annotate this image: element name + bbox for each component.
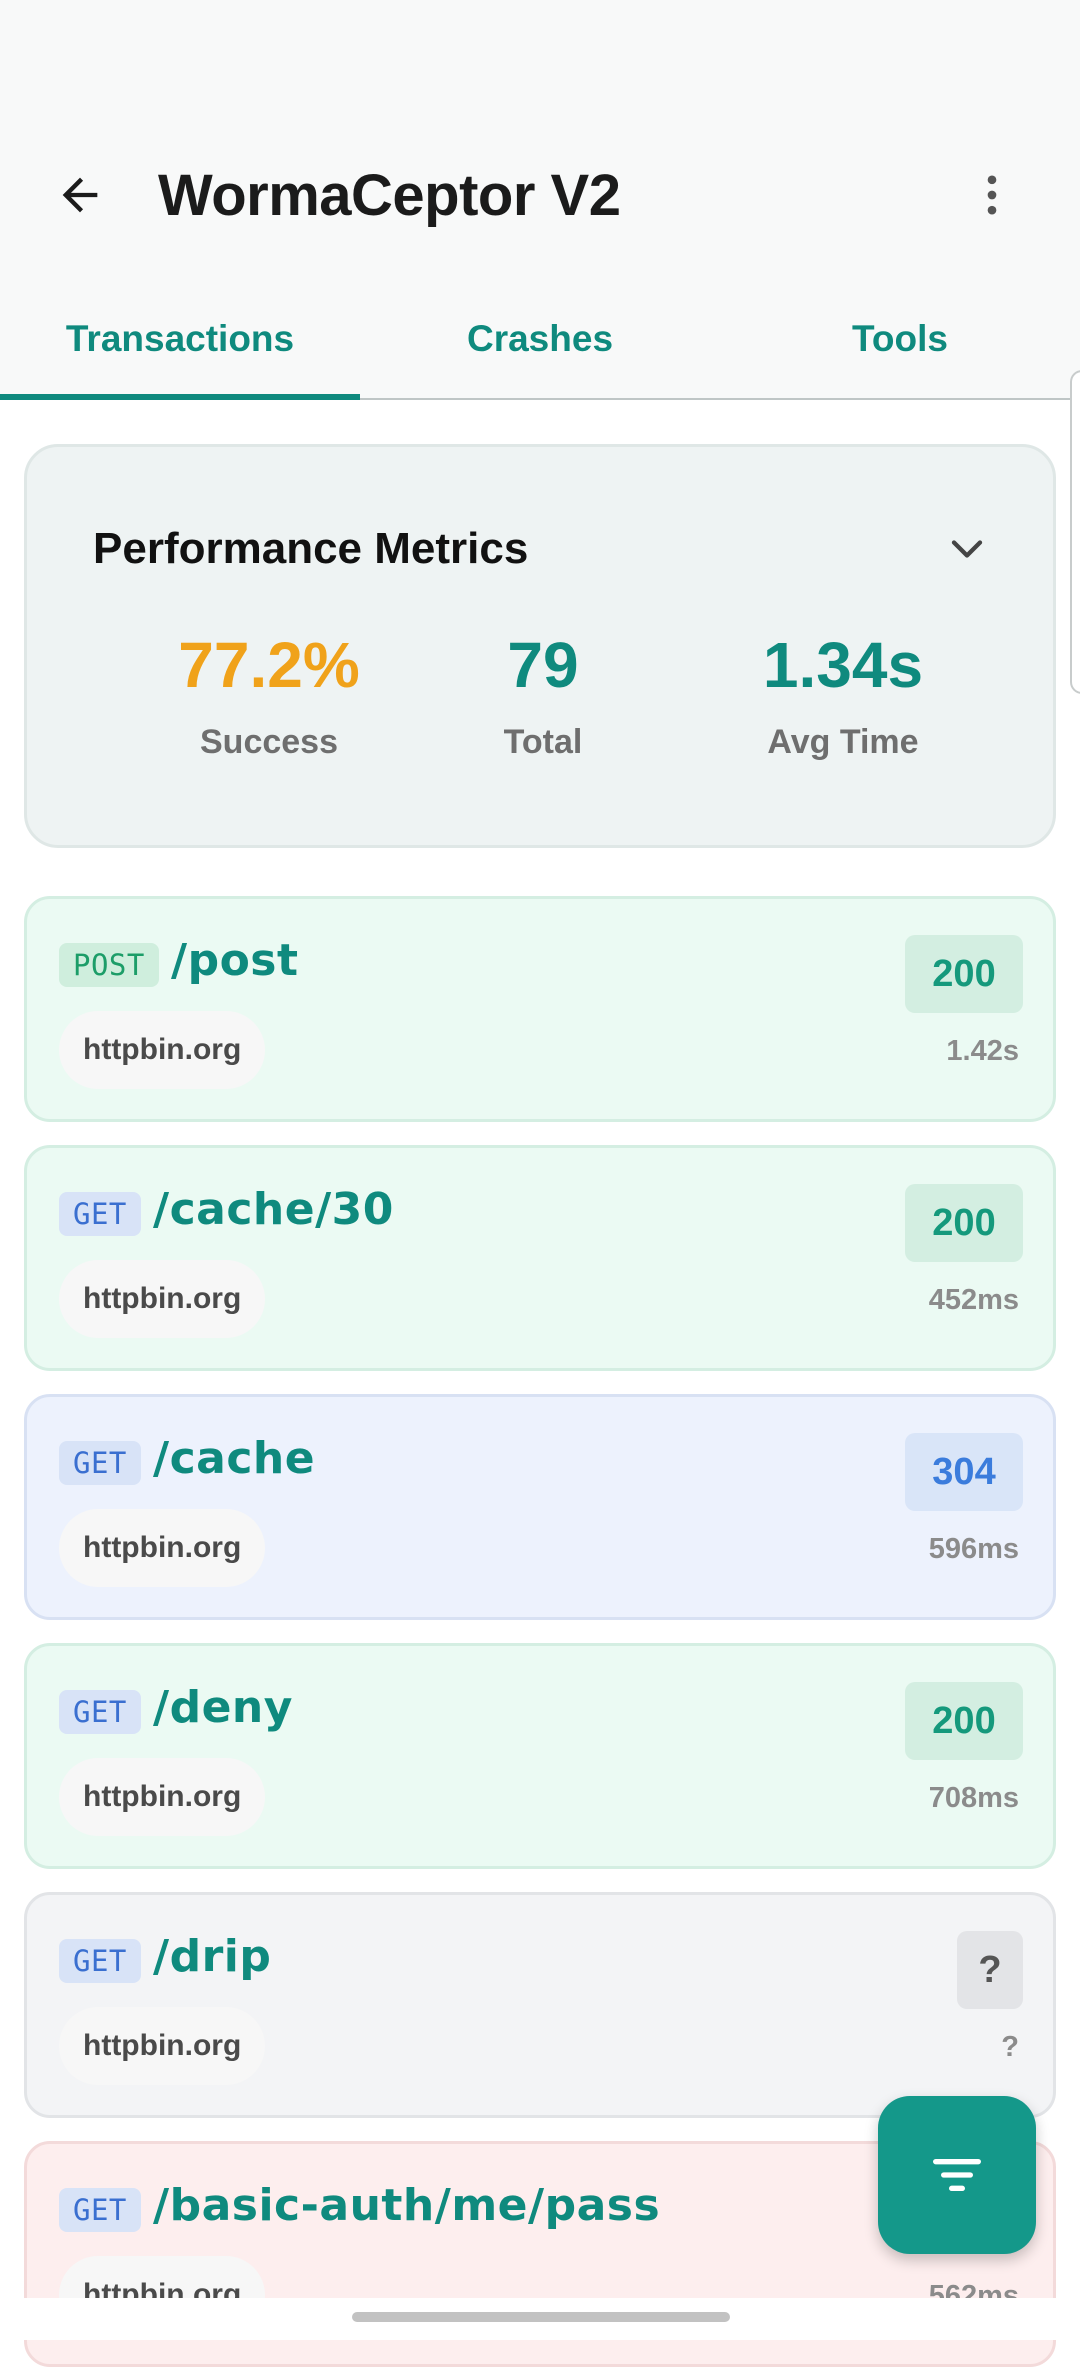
request-path: /deny	[153, 1682, 293, 1733]
transaction-row[interactable]: GET /deny httpbin.org 200 708ms	[24, 1643, 1056, 1869]
duration: 708ms	[928, 1782, 1019, 1814]
tab-crashes[interactable]: Crashes	[360, 280, 720, 398]
duration: 596ms	[928, 1533, 1019, 1565]
host-chip: httpbin.org	[59, 1011, 266, 1089]
page-title: WormaCeptor V2	[158, 162, 621, 228]
tab-tools[interactable]: Tools	[720, 280, 1080, 398]
metric-total: 79 Total	[393, 633, 693, 762]
tab-bar: Transactions Crashes Tools	[0, 280, 1080, 400]
host-chip: httpbin.org	[59, 1509, 266, 1587]
transaction-row[interactable]: GET /drip httpbin.org ? ?	[24, 1892, 1056, 2118]
metric-avg-time-value: 1.34s	[762, 629, 924, 701]
filter-icon	[933, 2159, 981, 2191]
status-bar	[0, 0, 1080, 110]
edge-panel-handle[interactable]	[1070, 370, 1080, 694]
transaction-row[interactable]: GET /cache httpbin.org 304 596ms	[24, 1394, 1056, 1620]
status-badge: 304	[905, 1433, 1023, 1511]
method-badge: GET	[59, 2188, 141, 2232]
method-badge: GET	[59, 1690, 141, 1734]
top-app-bar: WormaCeptor V2	[0, 110, 1080, 280]
request-path: /drip	[153, 1931, 272, 1982]
metrics-header[interactable]: Performance Metrics	[93, 519, 993, 579]
overflow-menu-button[interactable]	[942, 145, 1042, 245]
metric-success-label: Success	[200, 723, 338, 761]
metric-avg-time: 1.34s Avg Time	[693, 633, 993, 762]
performance-metrics-card: Performance Metrics 77.2% Success 79 Tot…	[24, 444, 1056, 848]
host-chip: httpbin.org	[59, 1260, 266, 1338]
host-chip: httpbin.org	[59, 2007, 266, 2085]
metric-success: 77.2% Success	[119, 633, 419, 762]
transaction-row[interactable]: POST /post httpbin.org 200 1.42s	[24, 896, 1056, 1122]
transaction-row[interactable]: GET /cache/30 httpbin.org 200 452ms	[24, 1145, 1056, 1371]
metric-total-label: Total	[503, 723, 583, 761]
metric-success-value: 77.2%	[178, 629, 360, 701]
metric-total-value: 79	[507, 629, 579, 701]
arrow-back-icon	[62, 177, 98, 213]
back-button[interactable]	[30, 145, 130, 245]
status-badge: 200	[905, 1682, 1023, 1760]
request-path: /post	[171, 935, 299, 986]
tab-transactions[interactable]: Transactions	[0, 280, 360, 400]
filter-fab[interactable]	[878, 2096, 1036, 2254]
status-badge: ?	[957, 1931, 1023, 2009]
chevron-down-icon[interactable]	[941, 523, 993, 575]
duration: 452ms	[928, 1284, 1019, 1316]
metric-avg-time-label: Avg Time	[767, 723, 919, 761]
duration: 1.42s	[946, 1035, 1019, 1067]
host-chip: httpbin.org	[59, 1758, 266, 1836]
method-badge: GET	[59, 1939, 141, 1983]
method-badge: GET	[59, 1192, 141, 1236]
request-path: /cache	[153, 1433, 316, 1484]
request-path: /cache/30	[153, 1184, 394, 1235]
gesture-nav-bar	[0, 2298, 1080, 2340]
more-vert-icon	[987, 175, 997, 215]
metrics-title: Performance Metrics	[93, 524, 529, 573]
home-handle[interactable]	[352, 2312, 730, 2322]
status-badge: 200	[905, 1184, 1023, 1262]
method-badge: POST	[59, 943, 159, 987]
duration: ?	[1001, 2031, 1019, 2063]
method-badge: GET	[59, 1441, 141, 1485]
status-badge: 200	[905, 935, 1023, 1013]
request-path: /basic-auth/me/pass	[153, 2180, 661, 2231]
